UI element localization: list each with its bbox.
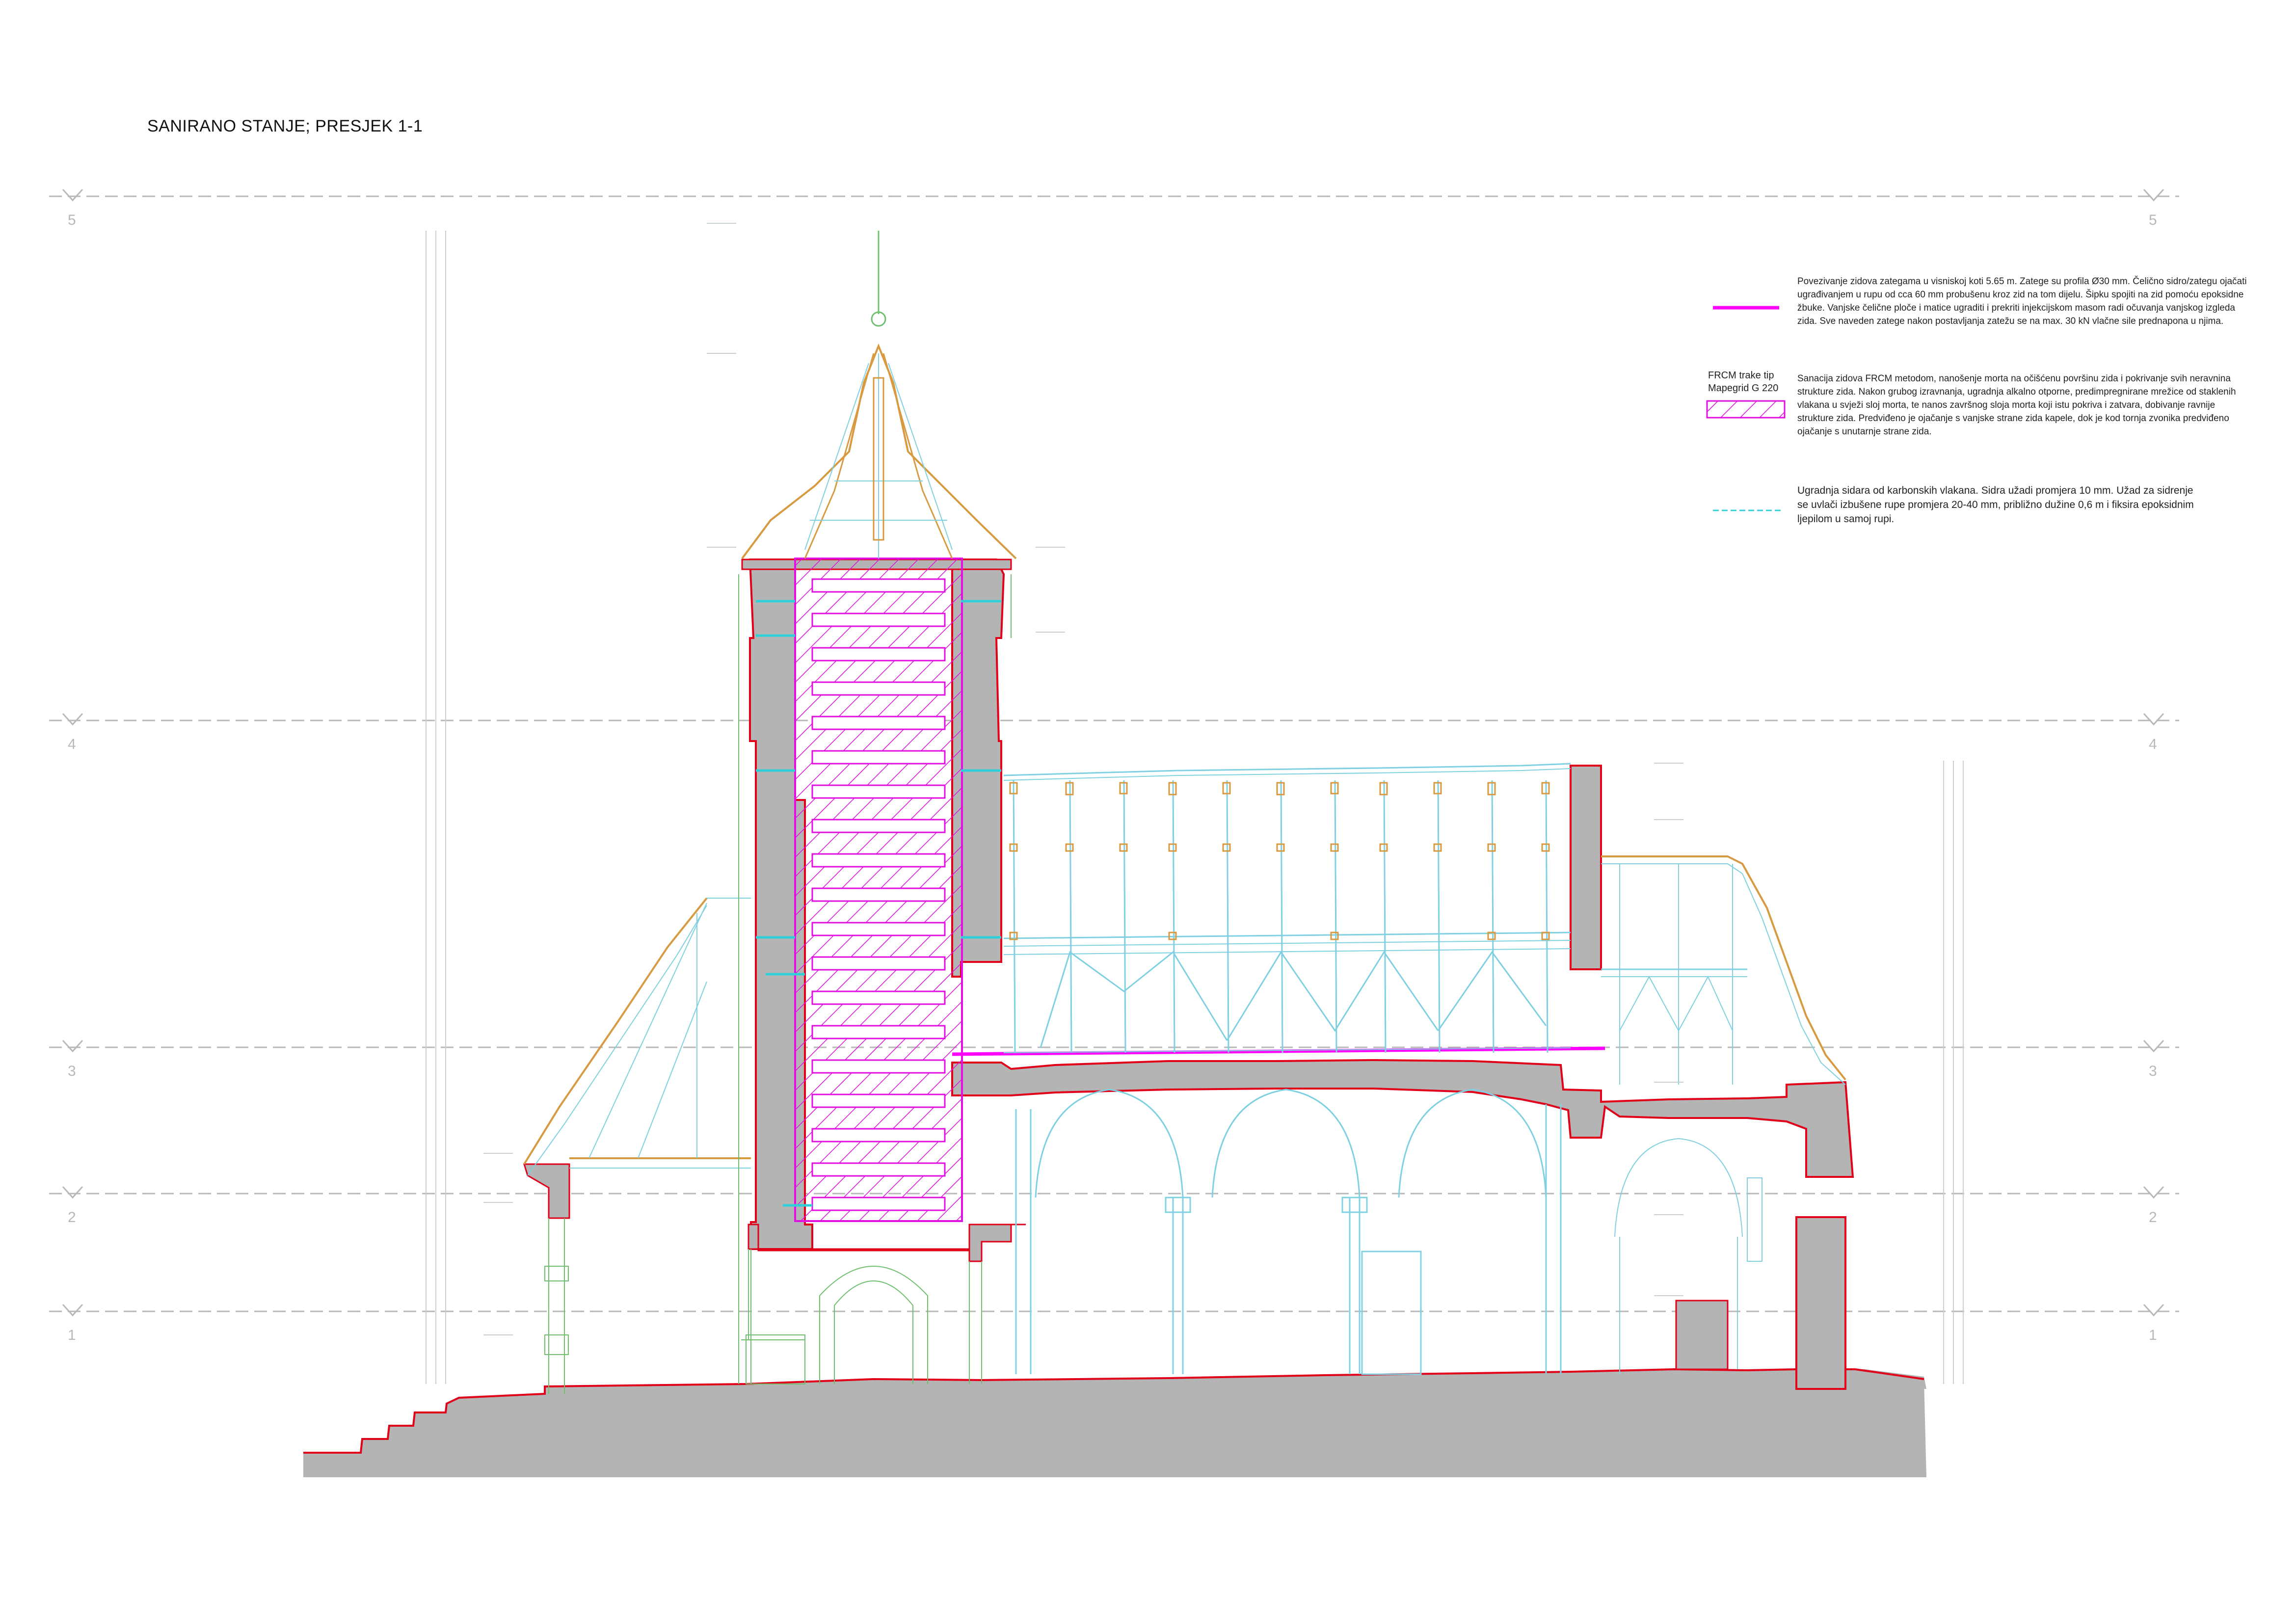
- section-drawing: 5 4 3 2 1 5 4 3 2 1: [49, 188, 2179, 1477]
- legend-frcm-label-line: FRCM trake tip: [1708, 370, 1774, 381]
- level-lines: [49, 195, 2179, 1312]
- legend-tie-rod-text: Povezivanje zidova zategama u visniskoj …: [1797, 275, 2278, 328]
- nave-step-block: [1675, 1300, 1729, 1370]
- level-label-left-4: 4: [68, 736, 76, 752]
- legend-frcm-line: Sanacija zidova FRCM metodom, nanošenje …: [1797, 373, 2231, 384]
- spire: [741, 231, 1017, 559]
- level-label-left-5: 5: [68, 212, 76, 228]
- level-label-right-4: 4: [2149, 736, 2157, 752]
- level-label-right-2: 2: [2149, 1209, 2157, 1225]
- legend-frcm-line: strukture zida. Nakon grubog izravnanja,…: [1797, 387, 2236, 397]
- legend-frcm-text: Sanacija zidova FRCM metodom, nanošenje …: [1797, 372, 2278, 438]
- legend-frcm-symbol: [1706, 400, 1786, 419]
- legend-anchors-line: Ugradnja sidara od karbonskih vlakana. S…: [1797, 485, 2193, 496]
- apse-wall: [1795, 1216, 1846, 1390]
- legend-tie-rod-line: Povezivanje zidova zategama u visniskoj …: [1797, 276, 2247, 287]
- nave-gable-wall: [1570, 765, 1602, 970]
- nave-vaults: [1015, 1089, 1562, 1375]
- drawing-sheet: SANIRANO STANJE; PRESJEK 1-1 5 4 3 2 1 5: [0, 0, 2296, 1624]
- level-label-left-1: 1: [68, 1327, 76, 1343]
- legend-tie-rod-line: zida. Sve naveden zatege nakon postavlja…: [1797, 316, 2224, 326]
- legend-tie-rod-line: žbuke. Vanjske čelične ploče i matice ug…: [1797, 303, 2235, 313]
- legend-frcm-line: strukture zida. Predviđeno je ojačanje s…: [1797, 413, 2229, 424]
- legend-anchors-text: Ugradnja sidara od karbonskih vlakana. S…: [1797, 483, 2278, 526]
- legend-frcm-label: FRCM trake tip Mapegrid G 220: [1708, 369, 1791, 395]
- tie-rod-line: [952, 1046, 1605, 1056]
- legend-anchors-line: se uvlači izbušene rupe promjera 20-40 m…: [1797, 499, 2194, 510]
- level-label-right-5: 5: [2149, 212, 2157, 228]
- truss-timber-joints: [1009, 782, 1550, 940]
- annex-cornice: [523, 1163, 570, 1219]
- nave-roof: [1003, 763, 1571, 1053]
- level-label-left-3: 3: [68, 1063, 76, 1079]
- annex-roof: [523, 897, 751, 1176]
- legend-frcm-line: ojačanje s unutarnje strane zida.: [1797, 426, 1932, 437]
- level-label-left-2: 2: [68, 1209, 76, 1225]
- legend-anchors-line: ljepilom u samoj rupi.: [1797, 513, 1895, 525]
- nave-truss-posts: [1013, 780, 1548, 1053]
- legend-tie-rod-line: ugrađivanjem u rupu od cca 60 mm probuše…: [1797, 290, 2244, 300]
- legend-frcm-label-line: Mapegrid G 220: [1708, 383, 1779, 394]
- legend-frcm-line: vlakana u svježi sloj morta, te nanos za…: [1797, 400, 2216, 410]
- level-label-right-1: 1: [2149, 1327, 2157, 1343]
- level-label-right-3: 3: [2149, 1063, 2157, 1079]
- nave-vault-slab: [951, 1059, 1854, 1178]
